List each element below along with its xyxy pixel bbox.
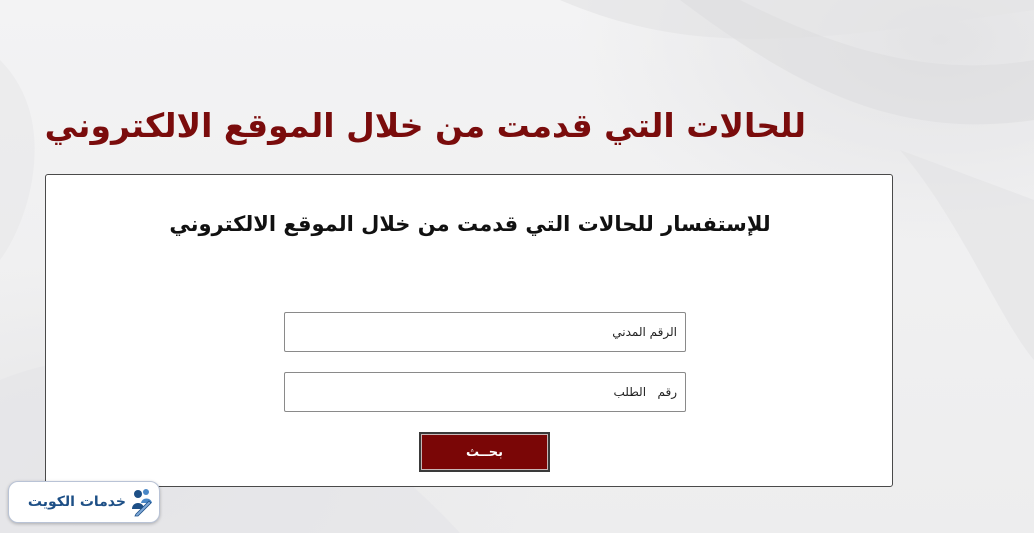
site-brand-badge[interactable]: خدمات الكويت <box>8 481 160 523</box>
brand-name: خدمات الكويت <box>27 494 126 510</box>
search-button[interactable]: بحــث <box>419 432 550 472</box>
form-title: للإستفسار للحالات التي قدمت من خلال المو… <box>169 212 771 236</box>
inquiry-form-panel: للإستفسار للحالات التي قدمت من خلال المو… <box>45 174 893 487</box>
civil-id-input[interactable] <box>284 312 686 352</box>
people-pen-logo-icon <box>132 489 152 517</box>
page-heading: للحالات التي قدمت من خلال الموقع الالكتر… <box>44 106 806 145</box>
request-number-input[interactable] <box>284 372 686 412</box>
